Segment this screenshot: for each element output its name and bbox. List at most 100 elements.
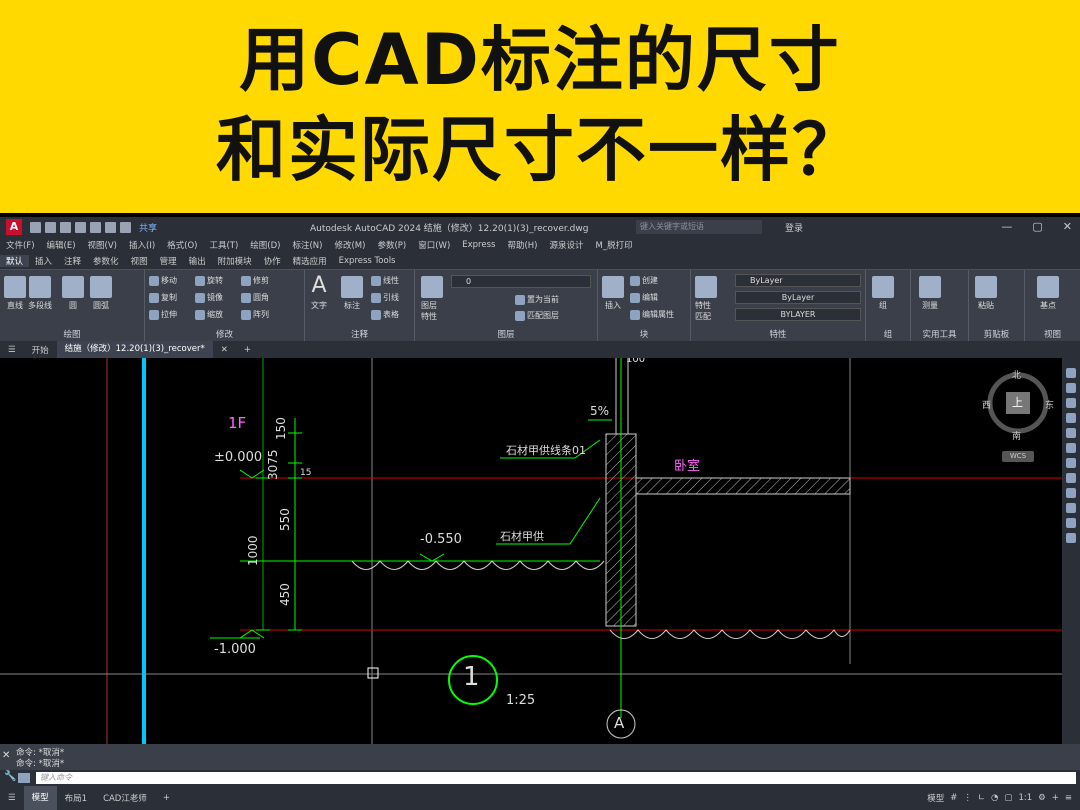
wrench-icon[interactable]: 🔧 bbox=[4, 771, 16, 782]
array-button[interactable]: 阵列 bbox=[241, 309, 269, 320]
maximize-icon[interactable]: ▢ bbox=[1032, 220, 1042, 233]
menu-file[interactable]: 文件(F) bbox=[6, 239, 35, 251]
tool-icon-7[interactable] bbox=[1066, 458, 1076, 468]
rotate-button[interactable]: 旋转 bbox=[195, 275, 223, 286]
tool-icon-6[interactable] bbox=[1066, 443, 1076, 453]
tab-parametric[interactable]: 参数化 bbox=[87, 255, 125, 267]
plus-icon[interactable]: + bbox=[1052, 793, 1059, 803]
model-space-button[interactable]: 模型 bbox=[927, 792, 944, 804]
tool-icon-4[interactable] bbox=[1066, 413, 1076, 423]
edit-block-button[interactable]: 编辑 bbox=[630, 292, 658, 303]
viewcube-south[interactable]: 南 bbox=[1012, 429, 1021, 442]
layer-properties-button[interactable]: 图层特性 bbox=[421, 276, 443, 322]
add-layout-icon[interactable]: + bbox=[155, 793, 178, 803]
new-icon[interactable] bbox=[30, 221, 41, 233]
menu-print[interactable]: M_脱打印 bbox=[596, 239, 633, 251]
tab-insert[interactable]: 插入 bbox=[29, 255, 58, 267]
menu-edit[interactable]: 编辑(E) bbox=[47, 239, 76, 251]
grid-icon[interactable]: # bbox=[950, 793, 957, 803]
make-current-button[interactable]: 置为当前 bbox=[515, 294, 559, 305]
match-properties-button[interactable]: 特性匹配 bbox=[695, 276, 717, 322]
wcs-button[interactable]: WCS bbox=[1002, 451, 1034, 462]
menu-window[interactable]: 窗口(W) bbox=[418, 239, 450, 251]
close-icon[interactable]: ✕ bbox=[1063, 220, 1072, 233]
menu-format[interactable]: 格式(O) bbox=[167, 239, 197, 251]
menu-express[interactable]: Express bbox=[462, 240, 495, 250]
ortho-icon[interactable]: ∟ bbox=[978, 793, 985, 803]
tool-icon-2[interactable] bbox=[1066, 383, 1076, 393]
layer-dropdown[interactable]: 0 bbox=[451, 275, 591, 288]
group-button[interactable]: 组 bbox=[872, 276, 894, 311]
save-as-icon[interactable] bbox=[75, 221, 86, 233]
paste-button[interactable]: 粘贴 bbox=[975, 276, 997, 311]
menu-dimension[interactable]: 标注(N) bbox=[292, 239, 322, 251]
measure-button[interactable]: 测量 bbox=[919, 276, 941, 311]
tab-drawing[interactable]: 结施（修改）12.20(1)(3)_recover* bbox=[56, 341, 213, 358]
plot-icon[interactable] bbox=[90, 221, 101, 233]
move-button[interactable]: 移动 bbox=[149, 275, 177, 286]
drawing-canvas[interactable]: 1F ±0.000 -0.550 -1.000 150 3075 15 550 … bbox=[0, 358, 1062, 744]
menu-help[interactable]: 帮助(H) bbox=[507, 239, 537, 251]
tab-express-tools[interactable]: Express Tools bbox=[333, 256, 402, 266]
autocad-logo-icon[interactable]: A bbox=[6, 219, 22, 235]
new-tab-icon[interactable]: + bbox=[236, 345, 259, 355]
dimension-button[interactable]: 标注 bbox=[341, 276, 363, 311]
color-dropdown[interactable]: ByLayer bbox=[735, 274, 861, 287]
tab-layout1[interactable]: 布局1 bbox=[57, 792, 95, 804]
menu-yuanquan[interactable]: 源泉设计 bbox=[550, 239, 584, 251]
basepoint-button[interactable]: 基点 bbox=[1037, 276, 1059, 311]
search-input[interactable]: 键入关键字或短语 bbox=[636, 220, 762, 234]
open-icon[interactable] bbox=[45, 221, 56, 233]
viewcube-east[interactable]: 东 bbox=[1045, 398, 1054, 411]
trim-button[interactable]: 修剪 bbox=[241, 275, 269, 286]
tab-view[interactable]: 视图 bbox=[125, 255, 154, 267]
close-tab-icon[interactable]: ✕ bbox=[213, 345, 236, 355]
close-cmd-icon[interactable]: ✕ bbox=[2, 750, 10, 761]
menu-modify[interactable]: 修改(M) bbox=[334, 239, 365, 251]
tab-featured-apps[interactable]: 精选应用 bbox=[287, 255, 333, 267]
match-layer-button[interactable]: 匹配图层 bbox=[515, 310, 559, 321]
linear-button[interactable]: 线性 bbox=[371, 275, 399, 286]
arc-button[interactable]: 圆弧 bbox=[90, 276, 112, 311]
gear-icon[interactable]: ⚙ bbox=[1038, 793, 1046, 803]
copy-button[interactable]: 复制 bbox=[149, 292, 177, 303]
tool-icon-12[interactable] bbox=[1066, 533, 1076, 543]
redo-icon[interactable] bbox=[120, 221, 131, 233]
tab-output[interactable]: 输出 bbox=[183, 255, 212, 267]
edit-attributes-button[interactable]: 编辑属性 bbox=[630, 309, 674, 320]
tab-start[interactable]: 开始 bbox=[24, 344, 57, 356]
mirror-button[interactable]: 镜像 bbox=[195, 292, 223, 303]
menu-draw[interactable]: 绘图(D) bbox=[250, 239, 280, 251]
customize-icon[interactable]: ≡ bbox=[1065, 793, 1072, 803]
text-button[interactable]: A 文字 bbox=[311, 274, 327, 311]
lineweight-dropdown[interactable]: BYLAYER bbox=[735, 308, 861, 321]
scale-button[interactable]: 缩放 bbox=[195, 309, 223, 320]
tab-addins[interactable]: 附加模块 bbox=[212, 255, 258, 267]
circle-button[interactable]: 圆 bbox=[62, 276, 84, 311]
annotation-scale[interactable]: 1:1 bbox=[1018, 793, 1032, 803]
tab-collaborate[interactable]: 协作 bbox=[258, 255, 287, 267]
line-button[interactable]: 直线 bbox=[4, 276, 26, 311]
drawing-svg[interactable] bbox=[0, 358, 1062, 744]
tool-icon-10[interactable] bbox=[1066, 503, 1076, 513]
undo-icon[interactable] bbox=[105, 221, 116, 233]
tool-icon-8[interactable] bbox=[1066, 473, 1076, 483]
cmd-history-icon[interactable] bbox=[18, 773, 30, 783]
tab-layout-cad[interactable]: CAD江老师 bbox=[95, 792, 155, 804]
hamburger-menu-icon[interactable]: ☰ bbox=[0, 345, 24, 355]
tab-manage[interactable]: 管理 bbox=[154, 255, 183, 267]
login-button[interactable]: 登录 bbox=[785, 221, 803, 234]
save-icon[interactable] bbox=[60, 221, 71, 233]
linetype-dropdown[interactable]: ByLayer bbox=[735, 291, 861, 304]
command-input[interactable]: 键入命令 bbox=[36, 772, 1076, 784]
leader-button[interactable]: 引线 bbox=[371, 292, 399, 303]
insert-block-button[interactable]: 插入 bbox=[602, 276, 624, 311]
menu-insert[interactable]: 插入(I) bbox=[129, 239, 155, 251]
tool-icon-11[interactable] bbox=[1066, 518, 1076, 528]
create-block-button[interactable]: 创建 bbox=[630, 275, 658, 286]
tab-default[interactable]: 默认 bbox=[0, 255, 30, 267]
viewcube-top-label[interactable]: 上 bbox=[1012, 394, 1023, 410]
tool-icon-3[interactable] bbox=[1066, 398, 1076, 408]
minimize-icon[interactable]: — bbox=[1001, 220, 1012, 233]
menu-view[interactable]: 视图(V) bbox=[88, 239, 117, 251]
